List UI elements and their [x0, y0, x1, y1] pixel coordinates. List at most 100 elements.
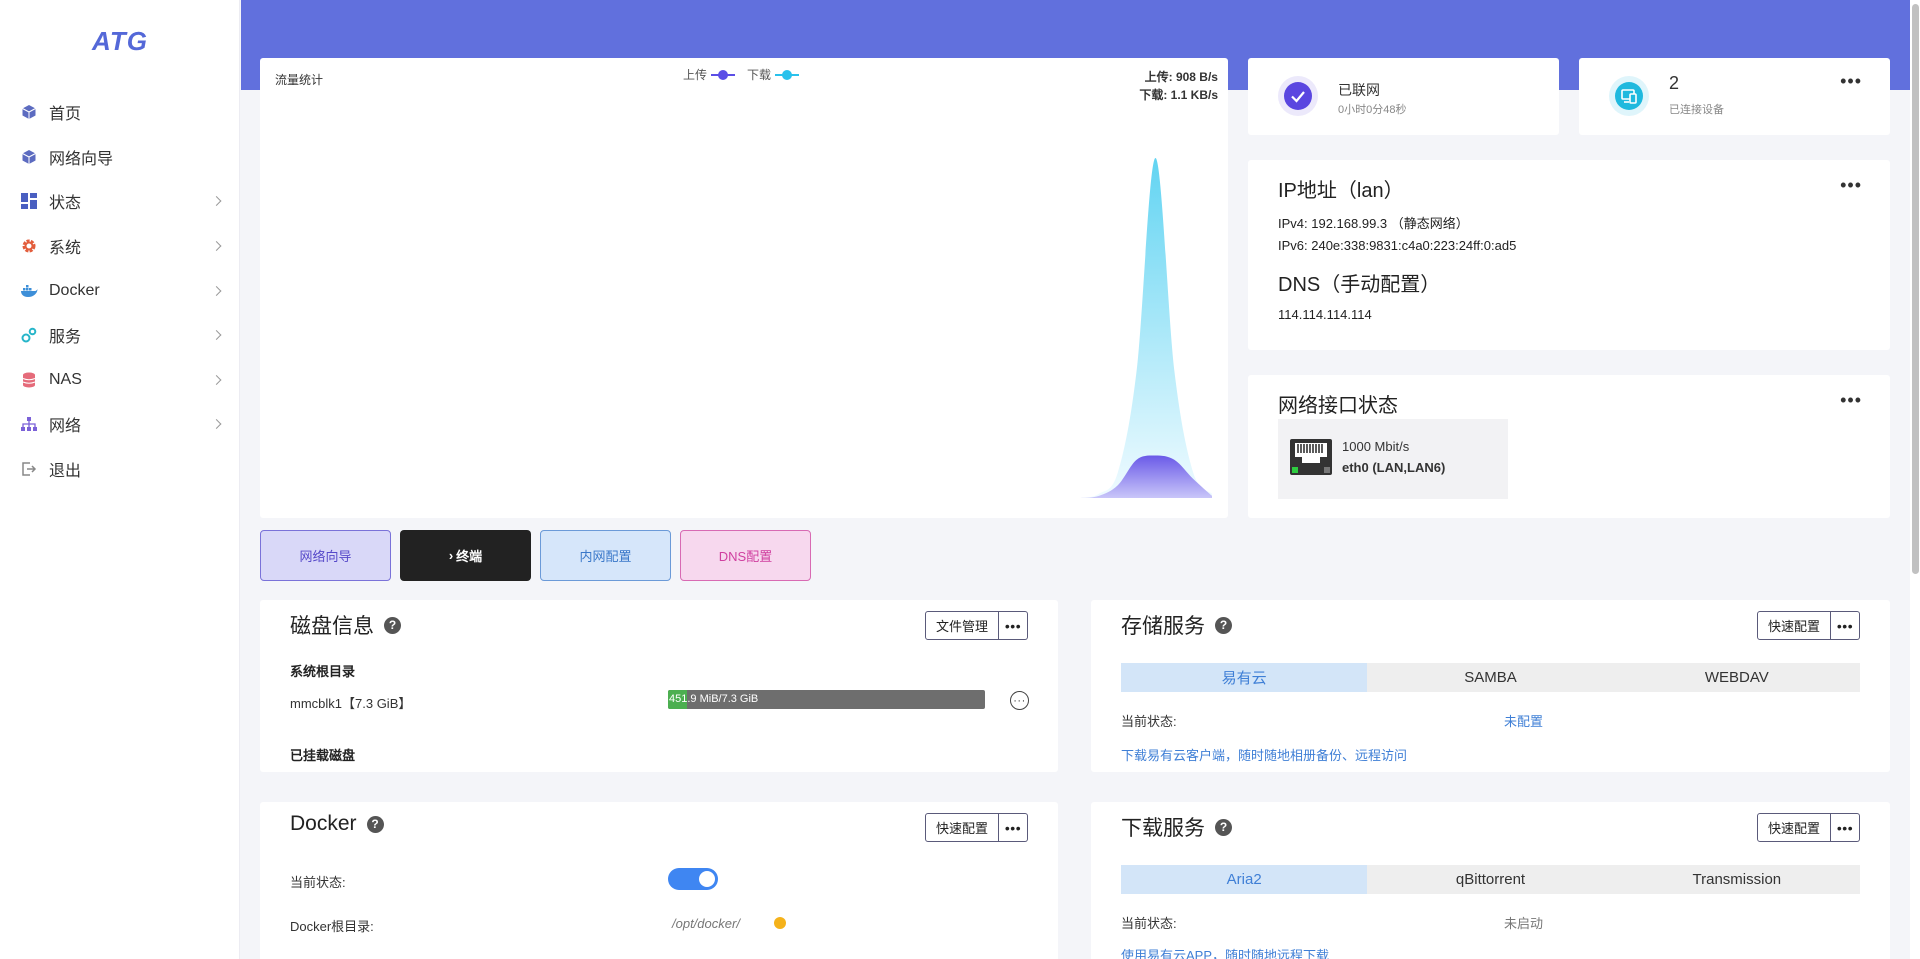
download-tabs: Aria2 qBittorrent Transmission	[1121, 865, 1860, 894]
sidebar-item-status[interactable]: 状态	[0, 179, 240, 224]
sidebar-item-docker[interactable]: Docker	[0, 268, 240, 313]
page-scrollbar[interactable]	[1910, 0, 1920, 959]
download-app-link[interactable]: 使用易有云APP，随时随地远程下载	[1121, 945, 1329, 959]
sidebar-item-system[interactable]: 系统	[0, 224, 240, 269]
disk-title: 磁盘信息?	[290, 610, 401, 640]
download-rate: 下载: 1.1 KB/s	[1139, 88, 1218, 102]
dns-server: 114.114.114.114	[1278, 307, 1372, 322]
dns-title: DNS（手动配置）	[1278, 274, 1441, 296]
more-icon[interactable]: •••	[999, 611, 1028, 640]
network-status-card: 已联网 0小时0分48秒	[1248, 58, 1559, 135]
connected-devices-card[interactable]: 2 已连接设备 •••	[1579, 58, 1890, 135]
tab-webdav[interactable]: WEBDAV	[1614, 663, 1860, 692]
services-icon	[20, 326, 38, 344]
download-status-value: 未启动	[1504, 916, 1544, 931]
help-icon[interactable]: ?	[366, 815, 384, 833]
file-manager-button[interactable]: 文件管理	[924, 611, 999, 640]
storage-services-card: 存储服务? 快速配置 ••• 易有云 SAMBA WEBDAV 当前状态: 未配…	[1091, 600, 1890, 772]
legend-upload-marker	[711, 69, 736, 81]
more-icon[interactable]: •••	[1831, 611, 1860, 640]
traffic-title: 流量统计	[275, 73, 324, 87]
interface-item[interactable]: 1000 Mbit/s eth0 (LAN,LAN6)	[1278, 419, 1508, 499]
sidebar-nav: 首页 网络向导 状态 系统 Docker 服务 NAS 网络 退出	[0, 90, 240, 491]
logout-icon	[20, 460, 38, 478]
app-logo[interactable]: ATG	[0, 26, 240, 57]
upload-series-area	[270, 455, 1212, 498]
download-status-label: 当前状态:	[1121, 916, 1177, 931]
help-icon[interactable]: ?	[1215, 818, 1232, 836]
docker-card: Docker? 快速配置 ••• 当前状态: Docker根目录: /opt/d…	[260, 802, 1058, 959]
ipv6-address: IPv6: 240e:338:9831:c4a0:223:24ff:0:ad5	[1278, 238, 1517, 253]
lan-config-button[interactable]: 内网配置	[540, 530, 671, 581]
root-dir-label: 系统根目录	[290, 664, 356, 679]
tab-transmission[interactable]: Transmission	[1614, 865, 1860, 894]
sidebar: ATG 首页 网络向导 状态 系统 Docker 服务 NAS 网络 退出	[0, 0, 240, 959]
devices-icon	[1609, 76, 1649, 116]
more-icon[interactable]: ···	[1010, 691, 1029, 710]
sidebar-item-home[interactable]: 首页	[0, 90, 240, 135]
tab-qbittorrent[interactable]: qBittorrent	[1367, 865, 1613, 894]
docker-enable-toggle[interactable]	[668, 868, 718, 890]
sidebar-item-services[interactable]: 服务	[0, 313, 240, 358]
tab-yiyouyun[interactable]: 易有云	[1121, 663, 1368, 692]
legend-upload-label: 上传	[683, 68, 708, 82]
sidebar-item-label: NAS	[49, 370, 82, 388]
storage-status-value[interactable]: 未配置	[1504, 711, 1543, 730]
ip-title: IP地址（lan）	[1278, 180, 1404, 202]
devices-count: 2	[1669, 73, 1680, 93]
chevron-right-icon	[211, 196, 222, 207]
interface-name: eth0 (LAN,LAN6)	[1342, 460, 1446, 475]
tab-aria2[interactable]: Aria2	[1121, 865, 1368, 894]
disk-usage-bar: 451.9 MiB/7.3 GiB	[668, 690, 985, 709]
legend-upload[interactable]: 上传	[683, 66, 736, 83]
sidebar-item-nas[interactable]: NAS	[0, 358, 240, 403]
legend-download-label: 下载	[747, 68, 772, 82]
disk-device: mmcblk1【7.3 GiB】	[290, 696, 412, 711]
more-icon[interactable]: •••	[1840, 391, 1862, 409]
sidebar-item-label: 网络向导	[49, 150, 114, 168]
sidebar-item-label: 退出	[49, 463, 82, 481]
legend-download-marker	[775, 69, 800, 81]
cube-icon	[20, 103, 38, 121]
docker-status-label: 当前状态:	[290, 875, 346, 890]
chart-legend: 上传 下载	[683, 66, 811, 83]
more-icon[interactable]: •••	[1840, 176, 1862, 194]
more-icon[interactable]: •••	[1840, 72, 1862, 90]
storage-download-link[interactable]: 下载易有云客户端，随时随地相册备份、远程访问	[1121, 745, 1407, 764]
dns-config-button[interactable]: DNS配置	[680, 530, 811, 581]
network-icon	[20, 415, 38, 433]
network-wizard-button[interactable]: 网络向导	[260, 530, 391, 581]
docker-actions: 快速配置 •••	[924, 813, 1028, 842]
sidebar-item-network-wizard[interactable]: 网络向导	[0, 135, 240, 180]
sidebar-item-label: 服务	[49, 329, 82, 347]
sidebar-item-logout[interactable]: 退出	[0, 447, 240, 492]
quick-config-button[interactable]: 快速配置	[1756, 813, 1831, 842]
download-services-card: 下载服务? 快速配置 ••• Aria2 qBittorrent Transmi…	[1091, 802, 1890, 959]
more-icon[interactable]: •••	[999, 813, 1028, 842]
tab-samba[interactable]: SAMBA	[1367, 663, 1613, 692]
docker-title: Docker?	[290, 812, 384, 836]
scrollbar-thumb[interactable]	[1912, 4, 1919, 574]
traffic-chart	[270, 158, 1212, 498]
help-icon[interactable]: ?	[384, 616, 401, 634]
terminal-button[interactable]: › 终端	[400, 530, 531, 581]
ip-address-card: IP地址（lan） ••• IPv4: 192.168.99.3 （静态网络） …	[1248, 160, 1890, 350]
more-icon[interactable]: •••	[1831, 813, 1860, 842]
traffic-rates: 上传: 908 B/s 下载: 1.1 KB/s	[1139, 68, 1218, 104]
storage-status-label: 当前状态:	[1121, 714, 1177, 729]
help-icon[interactable]: ?	[1215, 616, 1232, 634]
disk-actions: 文件管理 •••	[924, 611, 1028, 640]
ethernet-port-icon	[1290, 439, 1332, 475]
dashboard-icon	[20, 192, 38, 210]
legend-download[interactable]: 下载	[747, 66, 800, 83]
sidebar-item-network[interactable]: 网络	[0, 402, 240, 447]
download-actions: 快速配置 •••	[1756, 813, 1860, 842]
disk-info-card: 磁盘信息? 文件管理 ••• 系统根目录 mmcblk1【7.3 GiB】 45…	[260, 600, 1058, 772]
chevron-right-icon	[211, 241, 222, 252]
docker-icon	[20, 282, 38, 300]
quick-config-button[interactable]: 快速配置	[1756, 611, 1831, 640]
warning-icon[interactable]	[774, 917, 786, 929]
quick-config-button[interactable]: 快速配置	[924, 813, 999, 842]
chevron-right-icon	[211, 419, 222, 430]
disk-usage-text: 451.9 MiB/7.3 GiB	[669, 693, 759, 705]
